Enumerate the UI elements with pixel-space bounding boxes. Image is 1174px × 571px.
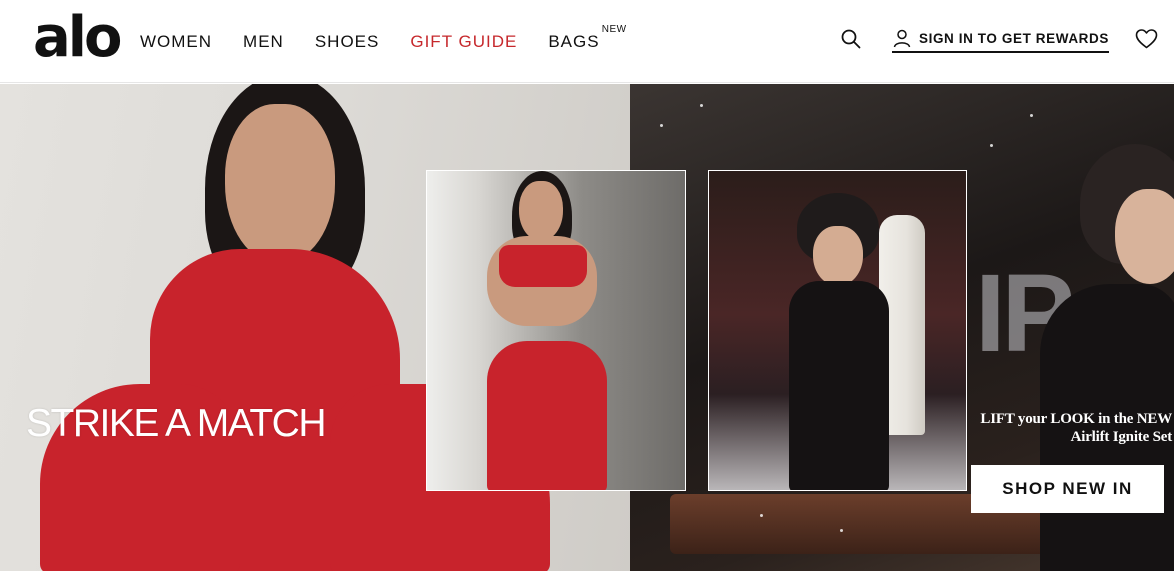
model-face: [225, 104, 335, 264]
hero-subheadline-line2: Airlift Ignite Set: [1070, 429, 1173, 445]
nav-shoes[interactable]: SHOES: [315, 32, 380, 52]
inset-image-ski-lift[interactable]: [708, 170, 967, 491]
hero-subheadline: LIFT your LOOK in the NEW Airlift Ignite…: [974, 410, 1174, 446]
nav-men[interactable]: MEN: [243, 32, 284, 52]
main-nav: WOMEN MEN SHOES GIFT GUIDE BAGS NEW: [140, 24, 631, 54]
nav-gift-guide[interactable]: GIFT GUIDE: [410, 32, 517, 52]
heart-icon: [1135, 29, 1158, 49]
search-icon: [841, 29, 861, 49]
inset-image-red-set[interactable]: [426, 170, 686, 491]
hero-subheadline-line1: LIFT your LOOK in the NEW: [980, 411, 1172, 427]
search-button[interactable]: [840, 28, 862, 50]
sign-in-label: SIGN IN TO GET REWARDS: [919, 30, 1109, 46]
hero-headline: STRIKE A MATCH: [26, 402, 327, 445]
tile-a-leggings: [487, 341, 607, 490]
snowflake: [760, 514, 763, 517]
tile-a-sports-bra: [499, 245, 587, 287]
snowflake: [840, 529, 843, 532]
snowflake: [700, 104, 703, 107]
hero-banner: IP STRIKE A MATCH LIFT your LOOK in the …: [0, 84, 1174, 571]
tile-a-face: [519, 181, 563, 241]
user-icon: [893, 29, 911, 48]
wishlist-button[interactable]: [1135, 28, 1158, 50]
new-badge: NEW: [601, 24, 627, 35]
tile-b-black-set: [789, 281, 889, 490]
snowflake: [1030, 114, 1033, 117]
site-header: alo WOMEN MEN SHOES GIFT GUIDE BAGS NEW …: [0, 0, 1174, 83]
sign-in-rewards-link[interactable]: SIGN IN TO GET REWARDS: [892, 29, 1109, 53]
nav-women[interactable]: WOMEN: [140, 32, 212, 52]
alo-logo[interactable]: alo: [33, 8, 122, 68]
shop-new-in-button[interactable]: SHOP NEW IN: [971, 465, 1164, 513]
tile-b-face: [813, 226, 863, 286]
snowflake: [990, 144, 993, 147]
nav-bags[interactable]: BAGS NEW: [548, 24, 626, 52]
nav-bags-label: BAGS: [548, 32, 600, 51]
snowflake: [660, 124, 663, 127]
